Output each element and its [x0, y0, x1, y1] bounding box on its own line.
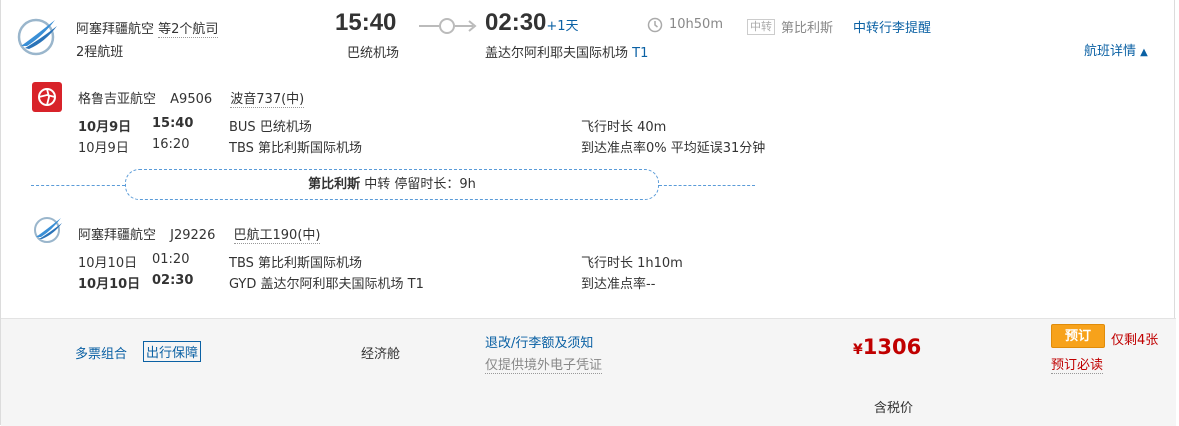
- seg2-punctuality: 到达准点率--: [581, 277, 656, 292]
- seg1-arr-time: 16:20: [152, 137, 190, 152]
- seg2-arr-airport: GYD 盖达尔阿利耶夫国际机场 T1: [229, 277, 424, 292]
- remaining-seats: 仅剩4张: [1111, 333, 1159, 348]
- arr-day-offset: +1天: [546, 19, 579, 34]
- header-airline: 阿塞拜疆航空 等2个航司: [76, 22, 219, 38]
- segment-1-header: 格鲁吉亚航空 A9506 波音737(中): [78, 92, 305, 108]
- cabin-class: 经济舱: [361, 347, 401, 362]
- segment-2-aircraft[interactable]: 巴航工190(中): [233, 228, 321, 244]
- georgian-airways-logo-icon: [32, 82, 62, 112]
- duration: 10h50m: [669, 17, 723, 32]
- layover-info: 第比利斯 中转 停留时长：9h: [125, 169, 659, 200]
- multi-ticket-combo[interactable]: 多票组合: [75, 343, 127, 362]
- tax-note: 含税价: [874, 401, 914, 416]
- baggage-tip-link[interactable]: 中转行李提醒: [853, 17, 931, 36]
- ticket-note: 仅提供境外电子凭证: [485, 354, 603, 374]
- travel-guarantee-tag[interactable]: 出行保障: [143, 341, 202, 362]
- seg2-dep-airport: TBS 第比利斯国际机场: [229, 256, 363, 271]
- segment-1-aircraft[interactable]: 波音737(中): [230, 92, 305, 108]
- booking-must-read[interactable]: 预订必读: [1051, 354, 1104, 374]
- azal-segment-logo-icon: [34, 217, 62, 243]
- seg2-arr-date: 10月10日: [78, 277, 141, 292]
- segment-2-header: 阿塞拜疆航空 J29226 巴航工190(中): [78, 228, 321, 244]
- seg1-dep-date: 10月9日: [78, 120, 132, 135]
- arr-time: 02:30: [485, 9, 547, 36]
- azal-logo-icon: [17, 18, 57, 56]
- dep-time: 15:40: [335, 9, 397, 36]
- fare-footer: 多票组合 出行保障 经济舱 退改/行李额及须知 仅提供境外电子凭证 ¥1306 …: [1, 318, 1176, 426]
- book-button[interactable]: 预订: [1051, 324, 1105, 348]
- route-arrow-icon: [419, 18, 477, 34]
- flight-details-toggle[interactable]: 航班详情 ▲: [1084, 40, 1148, 59]
- seg2-dep-time: 01:20: [152, 252, 190, 267]
- price-amount: 1306: [862, 335, 922, 359]
- chevron-up-icon: ▲: [1140, 47, 1148, 58]
- layover-city: 第比利斯: [308, 177, 361, 192]
- carriers-note[interactable]: 等2个航司: [158, 22, 219, 38]
- seg1-flight-time: 飞行时长 40m: [581, 120, 667, 135]
- transfer-badge: 中转: [747, 19, 775, 35]
- dep-airport: 巴统机场: [347, 46, 400, 61]
- seg2-arr-time: 02:30: [152, 273, 194, 288]
- flight-card: 阿塞拜疆航空 等2个航司 2程航班 15:40 巴统机场 02:30+1天 盖达…: [0, 0, 1176, 426]
- layover-line-right: [659, 185, 755, 186]
- seg1-dep-airport: BUS 巴统机场: [229, 120, 312, 135]
- transfer-city: 第比利斯: [781, 21, 834, 36]
- seg1-arr-airport: TBS 第比利斯国际机场: [229, 141, 363, 156]
- clock-icon: [647, 17, 663, 33]
- seg1-punctuality: 到达准点率0% 平均延误31分钟: [581, 141, 766, 156]
- seg1-dep-time: 15:40: [152, 116, 194, 131]
- seg2-dep-date: 10月10日: [78, 256, 138, 271]
- layover-text: 中转 停留时长：9h: [364, 177, 476, 192]
- arr-airport-line: 盖达尔阿利耶夫国际机场 T1: [485, 42, 648, 61]
- arr-terminal: T1: [632, 46, 649, 61]
- price-currency: ¥: [853, 342, 863, 358]
- arr-airport: 盖达尔阿利耶夫国际机场: [485, 46, 629, 61]
- layover-line-left: [31, 185, 125, 186]
- seg2-flight-time: 飞行时长 1h10m: [581, 256, 683, 271]
- seg1-arr-date: 10月9日: [78, 141, 129, 156]
- refund-rules-link[interactable]: 退改/行李额及须知: [485, 332, 593, 351]
- price: ¥1306: [853, 335, 921, 359]
- arr-time-group: 02:30+1天: [485, 9, 579, 37]
- trip-type: 2程航班: [76, 45, 124, 60]
